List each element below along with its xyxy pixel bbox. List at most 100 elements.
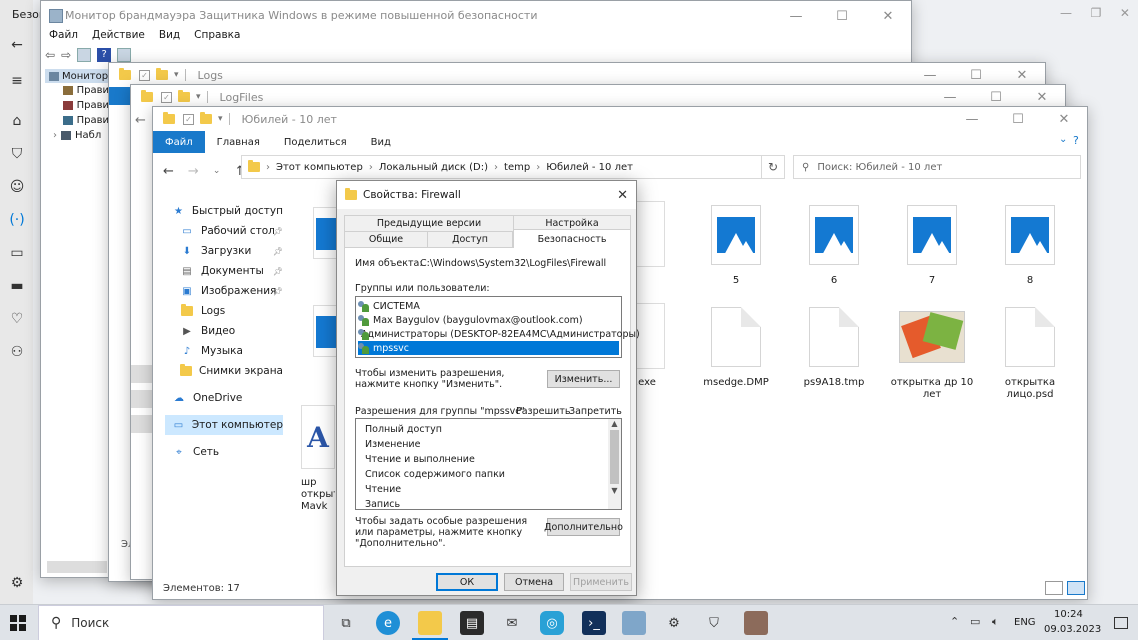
image-file-icon[interactable] [800,201,868,269]
app-icon[interactable] [622,611,646,635]
chevron-up-icon[interactable]: ⌃ [950,615,959,628]
back-arrow-icon[interactable]: ← [131,113,153,153]
shield-icon[interactable]: ⛉ [8,145,26,163]
scroll-thumb[interactable] [610,430,619,484]
maximize-icon[interactable]: ☐ [819,1,865,31]
pin-icon[interactable]: 📌︎ [273,287,283,296]
nav-item[interactable]: ▣ Изображения 📌︎ [179,281,283,301]
advanced-button[interactable]: Дополнительно [544,518,623,536]
forward-arrow-icon[interactable]: ⇨ [61,48,71,62]
back-arrow-icon[interactable]: ← [163,164,174,179]
properties-icon[interactable]: ✓ [161,91,172,103]
photo-file-icon[interactable] [898,303,966,371]
breadcrumb-drive[interactable]: Локальный диск (D:) [379,162,488,173]
user-row[interactable]: Администраторы (DESKTOP-82EA4MC\Админист… [358,327,640,341]
document-file-icon[interactable] [800,303,868,371]
refresh-icon[interactable]: ↻ [761,155,785,179]
cancel-button[interactable]: Отмена [504,573,564,591]
permissions-list[interactable]: Полный доступ Изменение Чтение и выполне… [355,418,622,510]
tree-item[interactable]: Прави [45,83,109,98]
pin-icon[interactable]: 📌︎ [273,227,283,236]
gear-icon[interactable]: ⚙ [8,574,26,592]
horizontal-scrollbar[interactable] [47,561,107,573]
file-label[interactable]: 7 [887,275,977,287]
file-label[interactable]: 5 [691,275,781,287]
document-file-icon[interactable] [996,303,1064,371]
tab-file[interactable]: Файл [153,131,205,153]
new-folder-icon[interactable] [200,112,212,124]
heart-icon[interactable]: ♡ [8,310,26,328]
quick-access-dropdown-icon[interactable]: ▾ [174,70,179,80]
network-icon[interactable]: ▭ [970,615,980,628]
menu-view[interactable]: Вид [159,29,180,41]
partial-image-icon[interactable] [635,201,665,267]
properties-icon[interactable]: ✓ [139,69,150,81]
image-file-icon[interactable] [996,201,1064,269]
help-icon[interactable]: ? [97,48,112,62]
laptop-icon[interactable]: ▬ [8,277,26,295]
home-icon[interactable]: ⌂ [8,112,26,130]
breadcrumb-computer[interactable]: Этот компьютер [276,162,363,173]
close-icon[interactable]: ✕ [617,188,628,203]
person-icon[interactable]: ☺ [8,178,26,196]
tab-view[interactable]: Вид [359,131,403,153]
user-row-selected[interactable]: mpssvc [358,341,619,355]
language-indicator[interactable]: ENG [1014,617,1036,628]
close-icon[interactable]: ✕ [1041,107,1087,131]
file-label[interactable]: открытка др 10 лет [887,377,977,401]
maximize-icon[interactable]: ☐ [995,107,1041,131]
pin-icon[interactable]: 📌︎ [273,267,283,276]
notifications-icon[interactable] [1114,617,1128,629]
wifi-icon[interactable]: (·) [8,211,26,229]
menu-help[interactable]: Справка [194,29,240,41]
search-input[interactable]: ⚲ Поиск: Юбилей - 10 лет [793,155,1081,179]
file-label[interactable]: открытка лицо.psd [985,377,1075,401]
minimize-icon[interactable]: — [949,107,995,131]
back-arrow-icon[interactable]: ← [8,36,26,54]
pane-icon[interactable] [117,48,132,62]
app-icon[interactable] [744,611,768,635]
restore-icon[interactable]: ❐ [1091,6,1102,20]
forward-arrow-icon[interactable]: → [188,164,199,179]
tab-previous-versions[interactable]: Предыдущие версии [344,215,514,231]
change-button[interactable]: Изменить... [547,370,620,388]
tab-general[interactable]: Общие [344,231,428,247]
console-tree-icon[interactable] [77,48,92,62]
tree-item[interactable]: Прави [45,98,109,113]
store-icon[interactable]: ▤ [460,611,484,635]
minimize-icon[interactable]: — [773,1,819,31]
file-explorer-icon[interactable] [418,611,442,635]
file-label[interactable]: msedge.DMP [691,377,781,389]
breadcrumb-temp[interactable]: temp [504,162,530,173]
image-file-icon[interactable] [898,201,966,269]
tab-security[interactable]: Безопасность [513,229,631,248]
users-list[interactable]: СИСТЕМА Max Baygulov (baygulovmax@outloo… [355,296,640,358]
details-view-icon[interactable] [1045,581,1063,595]
pin-icon[interactable]: 📌︎ [273,247,283,256]
chevron-up-icon[interactable]: ▲ [608,419,621,428]
vertical-scrollbar[interactable]: ▲ ▼ [608,419,621,509]
nav-item[interactable]: ⌖ Сеть [171,442,283,462]
file-label[interactable]: 6 [789,275,879,287]
tab-sharing[interactable]: Доступ [427,231,513,247]
chevron-down-icon[interactable]: ▼ [608,486,621,495]
large-icons-view-icon[interactable] [1067,581,1085,595]
volume-icon[interactable]: 🔈︎ [992,615,999,629]
hamburger-icon[interactable]: ≡ [8,72,26,90]
file-label[interactable]: 8 [985,275,1075,287]
new-folder-icon[interactable] [178,90,190,102]
quick-access-dropdown-icon[interactable]: ▾ [196,92,201,102]
chevron-right-icon[interactable]: › [53,130,57,141]
nav-item[interactable]: ☁ OneDrive [171,388,283,408]
user-row[interactable]: СИСТЕМА [358,299,619,313]
address-bar[interactable]: › Этот компьютер › Локальный диск (D:) ›… [241,155,783,179]
nav-item[interactable]: Снимки экрана [179,361,283,381]
apply-button[interactable]: Применить [570,573,632,591]
nav-item[interactable]: ★ Быстрый доступ [171,201,283,221]
close-icon[interactable]: ✕ [1120,6,1130,20]
document-file-icon[interactable] [702,303,770,371]
tree-root[interactable]: Монитор [45,69,109,83]
nav-item[interactable]: ▶ Видео [179,321,283,341]
tab-home[interactable]: Главная [205,131,272,153]
tree-item[interactable]: Прави [45,113,109,128]
